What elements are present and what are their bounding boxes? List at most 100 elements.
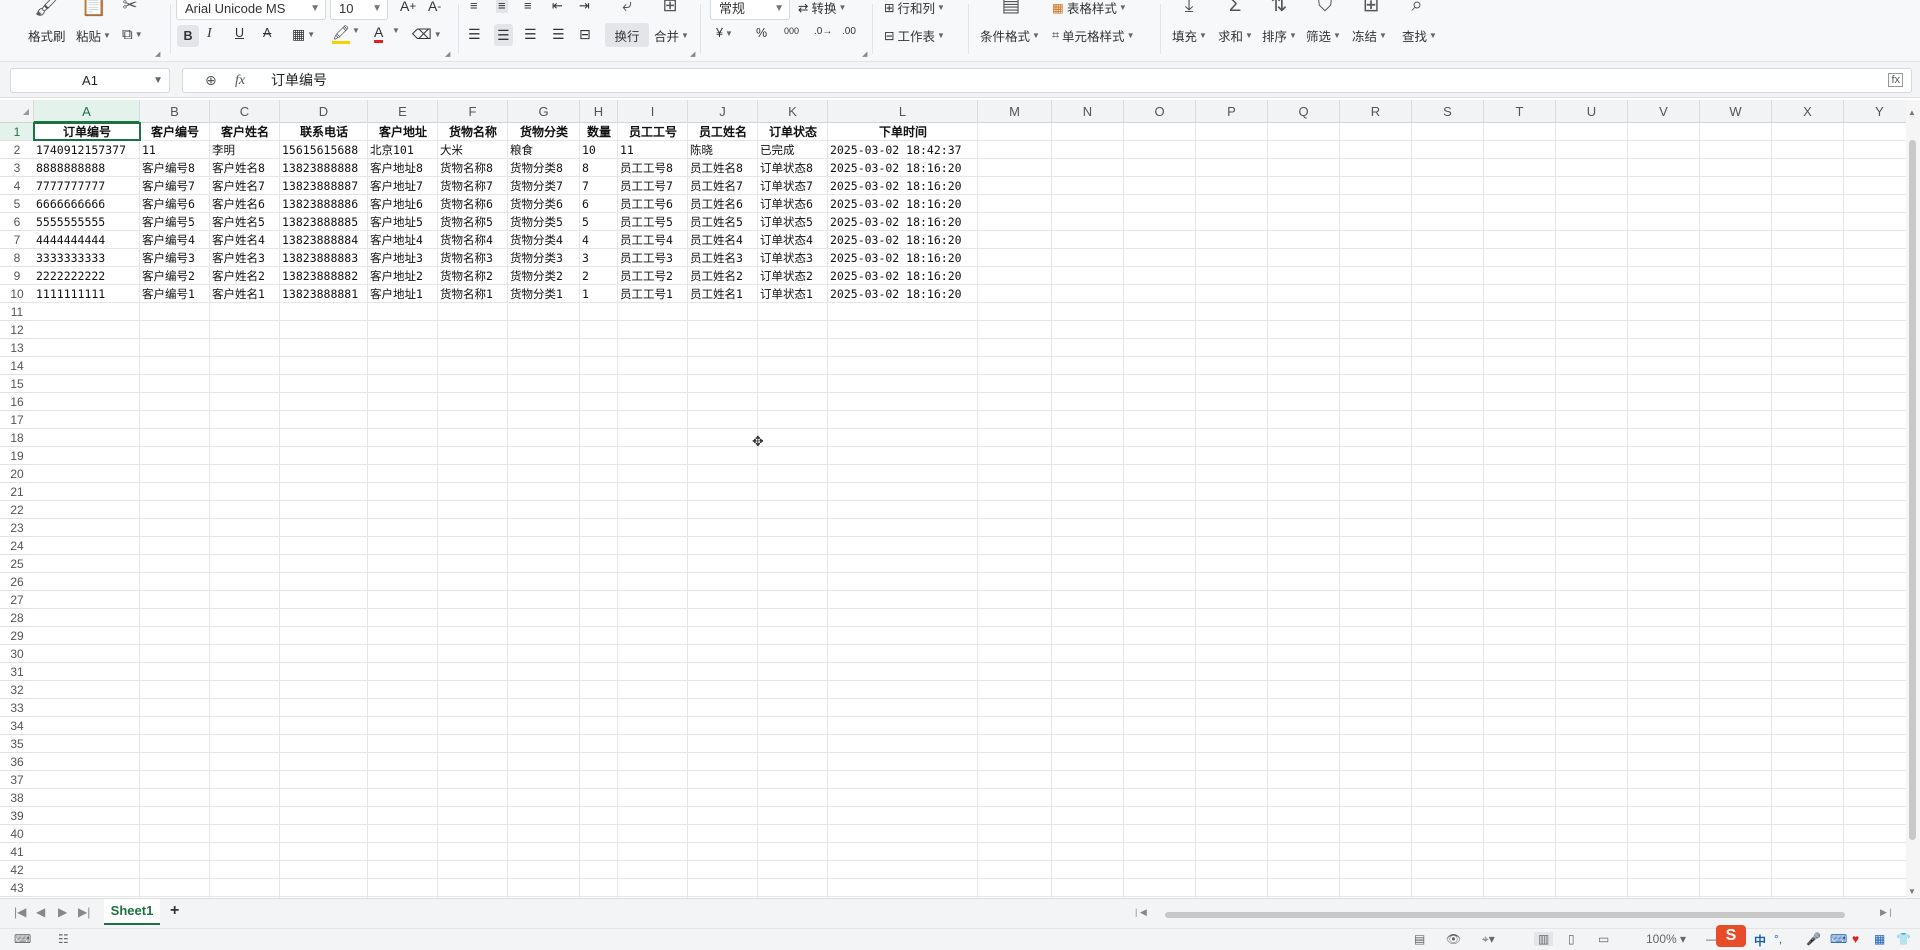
table-cell[interactable]: 大米 <box>438 141 508 159</box>
fill-color-dropdown[interactable]: ▼ <box>350 26 360 35</box>
align-right-icon[interactable]: ☰ <box>524 26 537 43</box>
name-box[interactable]: A1 ▼ <box>10 68 170 93</box>
table-cell[interactable]: 7 <box>580 177 618 195</box>
row-header-30[interactable]: 30 <box>0 645 34 663</box>
table-cell[interactable]: 1111111111 <box>34 285 140 303</box>
column-header-f[interactable]: F <box>438 100 508 123</box>
table-cell[interactable]: 2025-03-02 18:16:20 <box>828 213 978 231</box>
strikethrough-button[interactable]: A <box>263 26 271 40</box>
border-button[interactable]: ▦ ▼ <box>292 26 315 43</box>
table-cell[interactable]: 订单状态7 <box>758 177 828 195</box>
column-header-r[interactable]: R <box>1340 100 1412 123</box>
first-sheet-icon[interactable]: |◀ <box>14 905 26 919</box>
table-cell[interactable]: 员工姓名6 <box>688 195 758 213</box>
table-cell[interactable]: 货物名称6 <box>438 195 508 213</box>
fill-icon[interactable]: ⤓ <box>1176 0 1202 15</box>
table-cell[interactable]: 客户姓名2 <box>210 267 280 285</box>
table-cell[interactable]: 员工姓名7 <box>688 177 758 195</box>
table-cell[interactable]: 员工工号6 <box>618 195 688 213</box>
table-cell[interactable]: 2025-03-02 18:16:20 <box>828 285 978 303</box>
rows-cols-button[interactable]: ⊞ 行和列 ▼ <box>884 0 945 17</box>
table-cell[interactable]: 客户编号7 <box>140 177 210 195</box>
table-cell[interactable]: 员工工号3 <box>618 249 688 267</box>
table-cell[interactable]: 货物分类5 <box>508 213 580 231</box>
row-header-20[interactable]: 20 <box>0 465 34 483</box>
table-cell[interactable]: 3333333333 <box>34 249 140 267</box>
table-cell[interactable]: 6666666666 <box>34 195 140 213</box>
format-painter-icon[interactable]: 🖌 <box>34 0 62 16</box>
filter-icon[interactable]: ⛉ <box>1312 0 1338 15</box>
table-cell[interactable]: 客户地址3 <box>368 249 438 267</box>
table-cell[interactable]: 粮食 <box>508 141 580 159</box>
row-header-43[interactable]: 43 <box>0 879 34 897</box>
table-header-cell[interactable]: 下单时间 <box>828 123 978 141</box>
selected-cell-a1[interactable] <box>33 122 141 141</box>
table-cell[interactable]: 货物名称8 <box>438 159 508 177</box>
distribute-icon[interactable]: ⊟ <box>579 26 591 43</box>
row-header-10[interactable]: 10 <box>0 285 34 303</box>
column-header-e[interactable]: E <box>368 100 438 123</box>
table-header-cell[interactable]: 员工姓名 <box>688 123 758 141</box>
table-cell[interactable]: 货物分类3 <box>508 249 580 267</box>
table-cell[interactable]: 13823888881 <box>280 285 368 303</box>
row-header-25[interactable]: 25 <box>0 555 34 573</box>
sheet-list-icon[interactable]: ☷ <box>58 932 69 946</box>
ime-gift-icon[interactable]: ♥ <box>1852 932 1859 946</box>
font-color-button[interactable]: A <box>374 24 384 43</box>
sheet-tab-sheet1[interactable]: Sheet1 <box>104 899 160 925</box>
paste-button[interactable]: 粘贴 ▼ <box>76 26 111 45</box>
table-cell[interactable]: 员工工号1 <box>618 285 688 303</box>
row-header-6[interactable]: 6 <box>0 213 34 231</box>
formula-input[interactable]: ⊕ fx 订单编号 fx <box>182 68 1912 93</box>
table-cell[interactable]: 1 <box>580 285 618 303</box>
prev-sheet-icon[interactable]: ◀ <box>36 905 45 919</box>
row-header-26[interactable]: 26 <box>0 573 34 591</box>
table-cell[interactable]: 员工工号2 <box>618 267 688 285</box>
table-cell[interactable]: 5 <box>580 213 618 231</box>
hscroll-left-icon[interactable]: | ◀ <box>1135 907 1147 918</box>
column-header-p[interactable]: P <box>1196 100 1268 123</box>
freeze-button[interactable]: 冻结 ▼ <box>1352 26 1387 45</box>
table-cell[interactable]: 陈晓 <box>688 141 758 159</box>
row-header-19[interactable]: 19 <box>0 447 34 465</box>
table-cell[interactable]: 11 <box>140 141 210 159</box>
table-cell[interactable]: 客户地址5 <box>368 213 438 231</box>
fill-color-button[interactable]: 🖍 <box>332 24 350 44</box>
hscroll-right-icon[interactable]: ▶ | <box>1880 907 1892 918</box>
table-cell[interactable]: 订单状态2 <box>758 267 828 285</box>
table-cell[interactable]: 4444444444 <box>34 231 140 249</box>
row-header-36[interactable]: 36 <box>0 753 34 771</box>
table-cell[interactable]: 客户编号5 <box>140 213 210 231</box>
table-cell[interactable]: 货物名称2 <box>438 267 508 285</box>
ime-mic-icon[interactable]: 🎤 <box>1806 932 1821 946</box>
table-cell[interactable]: 13823888885 <box>280 213 368 231</box>
table-cell[interactable]: 员工姓名2 <box>688 267 758 285</box>
align-top-icon[interactable]: ≡ <box>470 0 478 13</box>
row-header-42[interactable]: 42 <box>0 861 34 879</box>
table-cell[interactable]: 员工姓名8 <box>688 159 758 177</box>
conditional-format-button[interactable]: 条件格式 ▼ <box>980 26 1040 45</box>
table-cell[interactable]: 订单状态3 <box>758 249 828 267</box>
table-header-cell[interactable]: 货物分类 <box>508 123 580 141</box>
column-header-g[interactable]: G <box>508 100 580 123</box>
table-cell[interactable]: 货物分类7 <box>508 177 580 195</box>
copy-button[interactable]: ⧉ ▼ <box>122 26 143 43</box>
select-all-corner[interactable]: ◢ <box>0 100 34 123</box>
bold-button[interactable]: B <box>177 25 199 47</box>
conditional-format-icon[interactable]: ▤ <box>998 0 1024 15</box>
table-cell[interactable]: 员工工号7 <box>618 177 688 195</box>
table-cell[interactable]: 2025-03-02 18:16:20 <box>828 177 978 195</box>
number-expand-icon[interactable]: ◢ <box>862 50 867 58</box>
macro-icon[interactable]: ⌨ <box>14 932 31 946</box>
normal-view-icon[interactable]: ▥ <box>1534 932 1554 946</box>
table-cell[interactable]: 订单状态1 <box>758 285 828 303</box>
row-header-21[interactable]: 21 <box>0 483 34 501</box>
table-header-cell[interactable]: 数量 <box>580 123 618 141</box>
ime-menu-icon[interactable]: ▦ <box>1874 932 1885 946</box>
table-cell[interactable]: 客户姓名5 <box>210 213 280 231</box>
table-cell[interactable]: 13823888888 <box>280 159 368 177</box>
table-cell[interactable]: 员工姓名3 <box>688 249 758 267</box>
spreadsheet-grid[interactable]: ◢ ABCDEFGHIJKLMNOPQRSTUVWXY 1 2 3 4 5 6 7 8 9 10 1… <box>0 100 1906 898</box>
column-header-q[interactable]: Q <box>1268 100 1340 123</box>
worksheet-button[interactable]: ⊟ 工作表 ▼ <box>884 26 945 45</box>
